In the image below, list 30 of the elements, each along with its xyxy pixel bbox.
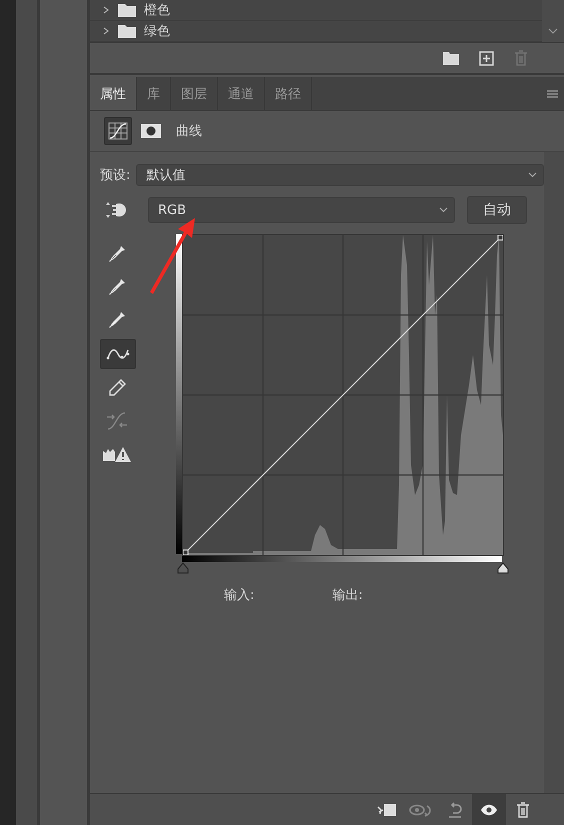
- scrollbar-track[interactable]: [544, 152, 564, 793]
- scroll-down-icon[interactable]: [548, 28, 558, 34]
- chevron-down-icon[interactable]: [439, 207, 448, 213]
- chevron-right-icon[interactable]: [102, 6, 110, 14]
- folder-icon[interactable]: [443, 52, 459, 64]
- adjustment-title: 曲线: [176, 123, 202, 140]
- new-layer-icon[interactable]: [479, 50, 494, 66]
- curve-tool-icon[interactable]: [100, 339, 136, 369]
- chevron-down-icon[interactable]: [528, 172, 537, 178]
- layer-row[interactable]: 绿色: [90, 21, 542, 42]
- curves-icon[interactable]: [104, 117, 132, 145]
- input-label: 输入:: [224, 587, 254, 604]
- layer-row[interactable]: 橙色: [90, 0, 542, 21]
- curve-graph[interactable]: [182, 234, 504, 556]
- channel-dropdown[interactable]: RGB: [148, 197, 455, 223]
- targeted-adjustment-icon[interactable]: [104, 200, 128, 220]
- auto-button[interactable]: 自动: [467, 196, 527, 224]
- folder-icon: [118, 24, 136, 38]
- folder-icon: [118, 3, 136, 17]
- chevron-right-icon[interactable]: [102, 27, 110, 35]
- tab[interactable]: 属性: [90, 77, 137, 110]
- slider-handle[interactable]: [496, 562, 510, 574]
- preset-dropdown[interactable]: 默认值: [136, 164, 544, 186]
- eye-icon[interactable]: [472, 794, 506, 825]
- slider-handle[interactable]: [176, 562, 190, 574]
- layer-name: 绿色: [144, 23, 170, 40]
- output-label: 输出:: [332, 587, 363, 604]
- menu-icon[interactable]: [547, 90, 558, 98]
- layer-name: 橙色: [144, 2, 170, 19]
- preset-label: 预设:: [100, 167, 130, 184]
